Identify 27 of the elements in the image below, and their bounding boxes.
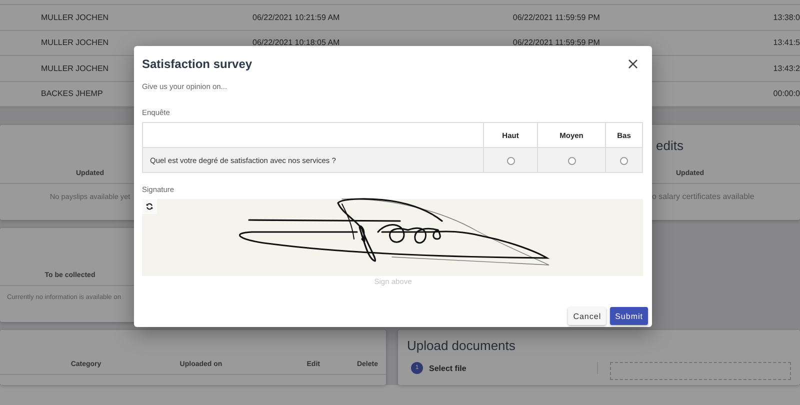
step-label: Select file (429, 364, 466, 372)
empty-message: o salary certificates available (652, 192, 754, 203)
card-title: Upload documents (407, 338, 516, 354)
table-cell: BACKES JHEMP (41, 89, 103, 98)
table-cell: MULLER JOCHEN (41, 64, 109, 73)
close-icon[interactable] (628, 59, 638, 69)
table-cell: MULLER JOCHEN (41, 12, 109, 22)
signature-pad[interactable] (142, 199, 643, 276)
card-title: edits (656, 138, 684, 153)
table-cell: 00:00:0 (773, 89, 800, 98)
cancel-button[interactable]: Cancel (568, 307, 606, 325)
table-cell: 13:38:0 (773, 12, 800, 22)
table-cell: 13:41:5 (773, 38, 800, 48)
table-cell: 06/22/2021 10:21:59 AM (252, 12, 340, 22)
table-cell: 06/22/2021 11:59:59 PM (512, 12, 600, 22)
dialog-title: Satisfaction survey (142, 57, 252, 71)
radio-button[interactable] (568, 156, 576, 164)
drop-zone[interactable] (610, 362, 791, 380)
submit-button[interactable]: Submit (610, 307, 648, 325)
refresh-button[interactable] (142, 199, 157, 214)
table-cell: 06/22/2021 11:59:59 PM (512, 38, 600, 48)
radio-button[interactable] (506, 156, 514, 164)
table-cell: 06/22/2021 10:18:05 AM (252, 38, 340, 48)
radio-button[interactable] (620, 156, 628, 164)
table-cell: 13:43:2 (773, 64, 800, 73)
refresh-icon (146, 203, 153, 210)
table-cell: MULLER JOCHEN (41, 38, 109, 48)
